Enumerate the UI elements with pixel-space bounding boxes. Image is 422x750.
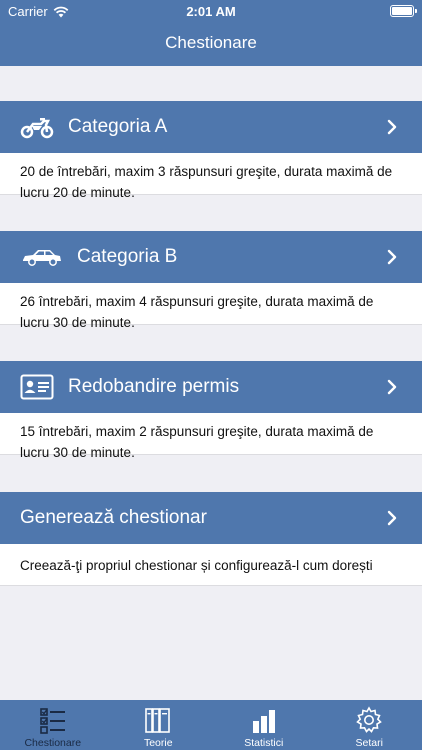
redobandire-permis-description-text: 15 întrebări, maxim 2 răspunsuri greşite…: [20, 424, 374, 460]
genereaza-chestionar-description: Creează-ţi propriul chestionar și config…: [0, 544, 422, 586]
books-icon: [145, 708, 171, 733]
category-a-row[interactable]: Categoria A: [0, 101, 422, 153]
tab-teorie[interactable]: Teorie: [106, 700, 212, 750]
tab-teorie-label: Teorie: [143, 737, 173, 749]
genereaza-chestionar-description-text: Creează-ţi propriul chestionar și config…: [20, 558, 373, 573]
tab-chestionare[interactable]: Chestionare: [0, 700, 106, 750]
chevron-right-icon: [387, 249, 397, 265]
redobandire-permis-title: Redobandire permis: [68, 376, 240, 397]
car-icon: [20, 242, 64, 272]
chevron-right-icon: [387, 119, 397, 135]
chevron-right-icon: [387, 510, 397, 526]
gear-icon: [356, 706, 383, 733]
motorcycle-icon: [20, 112, 54, 142]
checklist-icon: [39, 708, 65, 734]
id-card-icon: [20, 372, 54, 402]
tab-chestionare-label: Chestionare: [24, 737, 82, 749]
category-a-description: 20 de întrebări, maxim 3 răspunsuri greş…: [0, 153, 422, 200]
page-title: Chestionare: [165, 33, 257, 52]
battery-icon: [390, 5, 417, 17]
top-bar: Carrier 2:01 AM Chestionare: [0, 0, 422, 66]
status-bar: Carrier 2:01 AM: [0, 0, 422, 22]
redobandire-permis-description: 15 întrebări, maxim 2 răspunsuri greşite…: [0, 413, 422, 460]
genereaza-chestionar-row[interactable]: Generează chestionar: [0, 492, 422, 544]
tab-statistici-label: Statistici: [244, 737, 284, 749]
tab-bar: Chestionare Teorie Statistici Setari: [0, 700, 422, 750]
genereaza-chestionar-title: Generează chestionar: [20, 507, 207, 528]
status-time: 2:01 AM: [186, 4, 236, 19]
category-b-description: 26 întrebări, maxim 4 răspunsuri greşite…: [0, 283, 422, 330]
chevron-right-icon: [387, 379, 397, 395]
category-b-row[interactable]: Categoria B: [0, 231, 422, 283]
tab-setari-label: Setari: [355, 737, 383, 749]
tab-setari[interactable]: Setari: [317, 700, 422, 750]
redobandire-permis-row[interactable]: Redobandire permis: [0, 361, 422, 413]
tab-statistici[interactable]: Statistici: [211, 700, 317, 750]
category-b-title: Categoria B: [77, 246, 178, 267]
category-b-description-text: 26 întrebări, maxim 4 răspunsuri greşite…: [20, 294, 374, 330]
category-a-description-text: 20 de întrebări, maxim 3 răspunsuri greş…: [20, 164, 393, 200]
category-a-title: Categoria A: [68, 116, 168, 137]
bar-chart-icon: [252, 710, 275, 733]
